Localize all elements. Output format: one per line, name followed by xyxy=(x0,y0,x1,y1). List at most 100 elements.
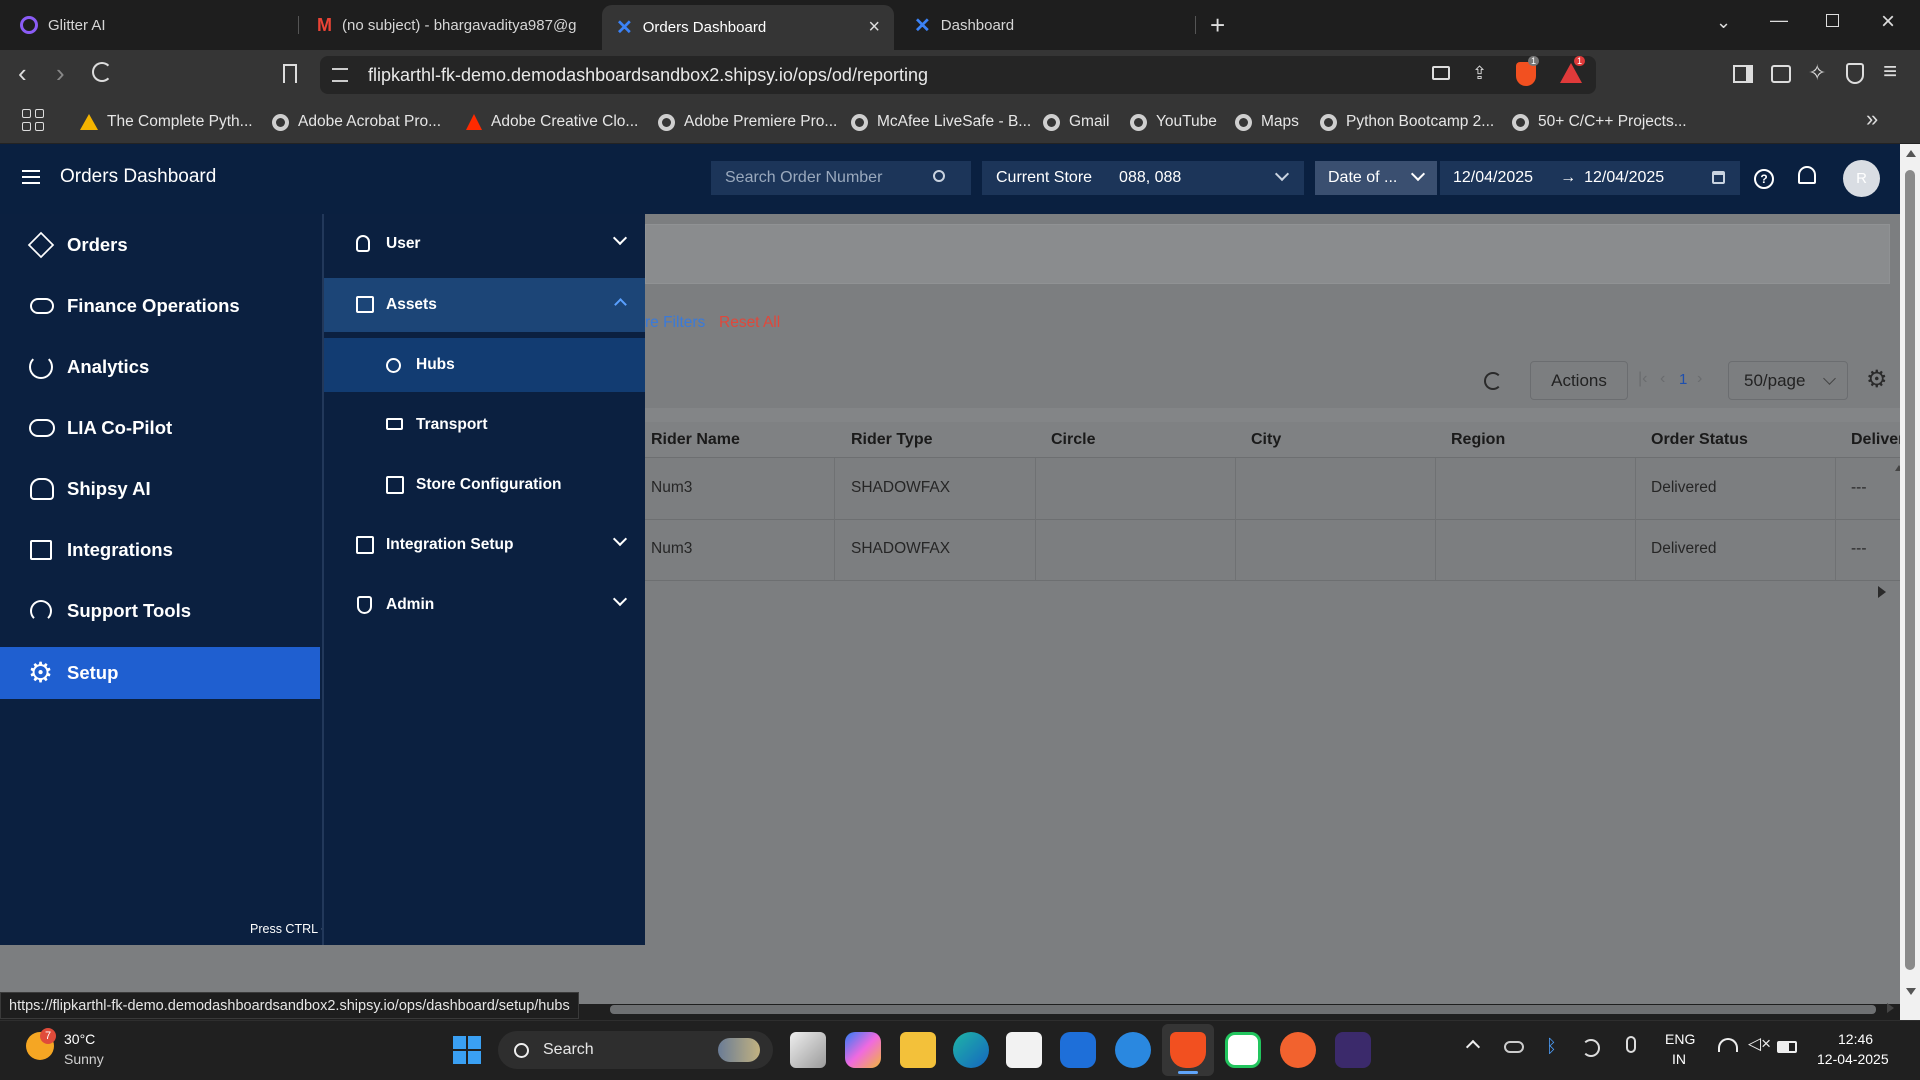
first-page-icon[interactable]: |‹ xyxy=(1638,370,1647,388)
sidebar-item-orders[interactable]: Orders xyxy=(0,219,322,271)
app-icon[interactable] xyxy=(1225,1032,1261,1068)
order-search-input[interactable]: Search Order Number xyxy=(711,161,971,195)
copilot-app-icon[interactable] xyxy=(845,1032,881,1068)
bluetooth-icon[interactable]: ᛒ xyxy=(1546,1036,1557,1057)
calendar-icon[interactable] xyxy=(1712,171,1725,184)
submenu-item-integration-setup[interactable]: Integration Setup xyxy=(324,518,645,572)
restore-icon[interactable] xyxy=(1826,14,1839,27)
date-from[interactable]: 12/04/2025 xyxy=(1453,169,1533,187)
wallet-icon[interactable] xyxy=(1771,65,1791,83)
sidebar-item-finance-operations[interactable]: Finance Operations xyxy=(0,280,322,332)
battery-icon[interactable] xyxy=(1777,1041,1797,1053)
wifi-icon[interactable] xyxy=(1718,1038,1738,1052)
submenu-item-assets[interactable]: Assets xyxy=(324,278,645,332)
table-settings-gear-icon[interactable]: ⚙ xyxy=(1866,368,1888,392)
bell-icon[interactable] xyxy=(1798,166,1816,184)
edge-icon[interactable] xyxy=(953,1032,989,1068)
bookmark-item[interactable]: Adobe Premiere Pro... xyxy=(658,100,837,144)
avatar[interactable]: R xyxy=(1843,160,1880,197)
leo-ai-icon[interactable]: ✧ xyxy=(1808,60,1826,86)
submenu-item-store-configuration[interactable]: Store Configuration xyxy=(324,458,645,512)
refresh-icon[interactable] xyxy=(1484,372,1502,390)
taskbar-search-box[interactable]: Search xyxy=(498,1031,773,1069)
submenu-item-hubs[interactable]: Hubs xyxy=(324,338,645,392)
column-header-order-status[interactable]: Order Status xyxy=(1651,422,1748,458)
scroll-down-arrow-icon[interactable] xyxy=(1906,988,1916,995)
sidebar-item-setup[interactable]: ⚙ Setup xyxy=(0,647,320,699)
scroll-right-icon[interactable] xyxy=(1878,586,1886,598)
more-bookmarks-icon[interactable]: » xyxy=(1866,106,1878,132)
bookmark-item[interactable]: McAfee LiveSafe - B... xyxy=(851,100,1031,144)
page-size-select[interactable]: 50/page xyxy=(1728,361,1848,400)
glitter-app-icon[interactable] xyxy=(1335,1032,1371,1068)
reset-all-link[interactable]: Reset All xyxy=(719,314,780,332)
vertical-scrollbar-thumb[interactable] xyxy=(1905,170,1915,970)
sync-app-icon[interactable] xyxy=(1115,1032,1151,1068)
rewards-icon[interactable] xyxy=(1560,63,1582,83)
help-icon[interactable]: ? xyxy=(1754,169,1774,189)
bookmark-item[interactable]: 50+ C/C++ Projects... xyxy=(1512,100,1687,144)
sidebar-item-analytics[interactable]: Analytics xyxy=(0,341,322,393)
next-page-icon[interactable]: › xyxy=(1697,370,1702,388)
vpn-icon[interactable] xyxy=(1846,63,1864,84)
onedrive-icon[interactable] xyxy=(1504,1041,1524,1053)
search-icon[interactable] xyxy=(933,170,945,182)
brave-browser-icon[interactable] xyxy=(1170,1032,1206,1068)
cast-icon[interactable] xyxy=(1432,66,1450,80)
table-cell[interactable]: Num3 xyxy=(651,458,692,518)
bookmark-item[interactable]: Python Bootcamp 2... xyxy=(1320,100,1494,144)
sidebar-item-lia-copilot[interactable]: LIA Co-Pilot xyxy=(0,402,322,454)
quick-assist-icon[interactable] xyxy=(1060,1032,1096,1068)
sidebar-item-support-tools[interactable]: Support Tools xyxy=(0,585,322,637)
column-header-delivery[interactable]: Deliver xyxy=(1851,422,1900,458)
column-header-rider-type[interactable]: Rider Type xyxy=(851,422,933,458)
microphone-icon[interactable] xyxy=(1626,1036,1636,1053)
language-indicator[interactable]: ENG xyxy=(1665,1031,1695,1047)
bookmark-item[interactable]: Adobe Acrobat Pro... xyxy=(272,100,441,144)
column-header-region[interactable]: Region xyxy=(1451,422,1505,458)
bookmark-item[interactable]: The Complete Pyth... xyxy=(80,100,253,144)
site-settings-icon[interactable] xyxy=(332,68,348,82)
page-number[interactable]: 1 xyxy=(1679,371,1687,388)
menu-icon[interactable]: ≡ xyxy=(1883,58,1897,86)
tab-search-chevron-icon[interactable]: ⌄ xyxy=(1716,12,1731,33)
horizontal-scrollbar[interactable] xyxy=(610,1005,1876,1014)
tab-dashboard[interactable]: ✕ Dashboard xyxy=(900,0,1190,50)
table-cell[interactable]: Num3 xyxy=(651,519,692,579)
microsoft-store-icon[interactable] xyxy=(1006,1032,1042,1068)
bookmark-page-icon[interactable] xyxy=(283,64,297,83)
submenu-item-admin[interactable]: Admin xyxy=(324,578,645,632)
weather-temp[interactable]: 30°C xyxy=(64,1031,95,1047)
address-bar[interactable]: flipkarthl-fk-demo.demodashboardsandbox2… xyxy=(320,56,1596,94)
column-header-rider-name[interactable]: Rider Name xyxy=(651,422,740,458)
reload-icon[interactable] xyxy=(92,62,112,82)
submenu-item-user[interactable]: User xyxy=(324,217,645,271)
back-icon[interactable]: ‹ xyxy=(18,60,27,86)
sync-tray-icon[interactable] xyxy=(1582,1039,1600,1057)
bookmark-item[interactable]: Maps xyxy=(1235,100,1299,144)
submenu-item-transport[interactable]: Transport xyxy=(324,398,645,452)
scroll-right-arrow-icon[interactable] xyxy=(1887,1003,1894,1013)
prev-page-icon[interactable]: ‹ xyxy=(1660,370,1665,388)
tab-gmail[interactable]: M (no subject) - bhargavaditya987@g xyxy=(305,0,585,50)
more-filters-link[interactable]: re Filters xyxy=(645,314,705,332)
bookmark-item[interactable]: Gmail xyxy=(1043,100,1109,144)
bookmark-item[interactable]: Adobe Creative Clo... xyxy=(466,100,638,144)
sidebar-item-integrations[interactable]: Integrations xyxy=(0,524,322,576)
hamburger-menu-icon[interactable] xyxy=(22,170,40,184)
app-icon[interactable] xyxy=(1280,1032,1316,1068)
share-icon[interactable]: ⇪ xyxy=(1472,63,1487,84)
clock-time[interactable]: 12:46 xyxy=(1838,1031,1873,1047)
minimize-icon[interactable]: — xyxy=(1770,10,1788,31)
date-type-select[interactable]: Date of ... xyxy=(1315,161,1437,195)
windows-start-icon[interactable] xyxy=(453,1036,481,1064)
tab-glitter-ai[interactable]: Glitter AI xyxy=(10,0,295,50)
apps-grid-icon[interactable] xyxy=(22,109,44,131)
task-view-icon[interactable] xyxy=(790,1032,826,1068)
bookmark-item[interactable]: YouTube xyxy=(1130,100,1217,144)
new-tab-icon[interactable]: + xyxy=(1210,10,1225,41)
close-tab-icon[interactable]: × xyxy=(868,16,880,39)
file-explorer-icon[interactable] xyxy=(900,1032,936,1068)
tab-orders-dashboard[interactable]: ✕ Orders Dashboard × xyxy=(602,5,894,50)
store-selector[interactable]: Current Store 088, 088 xyxy=(982,161,1304,195)
